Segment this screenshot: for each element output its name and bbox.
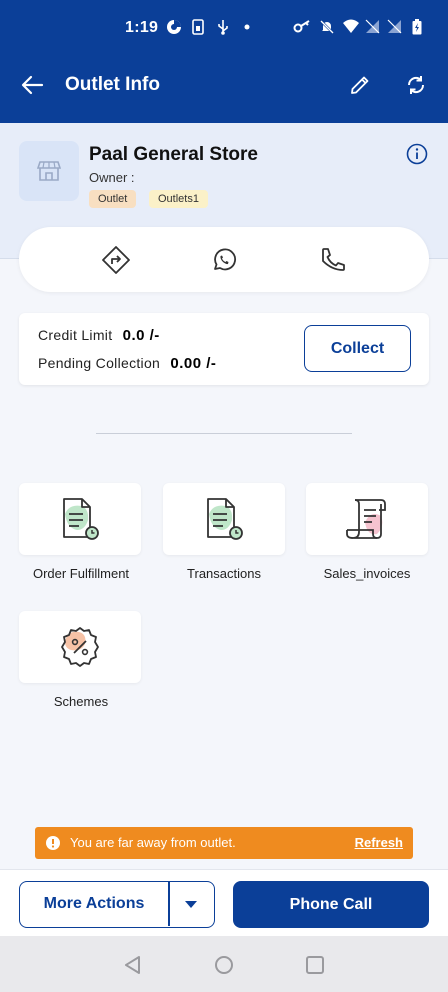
pending-collection-value: 0.00 /- [170, 355, 217, 372]
order-document-icon [63, 498, 99, 540]
collect-button[interactable]: Collect [304, 325, 411, 372]
outlet-group-tag: Outlets1 [149, 190, 208, 208]
mute-icon [320, 20, 334, 34]
tile-label-schemes: Schemes [53, 694, 109, 709]
contact-actions [19, 227, 429, 292]
warning-message: You are far away from outlet. [70, 835, 236, 850]
more-actions-label: More Actions [43, 895, 145, 912]
sync-icon[interactable] [404, 73, 428, 97]
directions-icon[interactable] [101, 245, 131, 275]
tile-label-sales-invoices: Sales_invoices [323, 566, 411, 581]
tile-label-transactions: Transactions [187, 566, 261, 581]
edit-pencil-icon[interactable] [348, 73, 372, 97]
battery-charging-icon [412, 19, 422, 35]
store-icon [37, 161, 61, 181]
dot-icon [244, 24, 250, 30]
whatsapp-icon[interactable] [209, 245, 239, 275]
system-nav-bar [0, 936, 448, 992]
distance-warning: You are far away from outlet. Refresh [35, 827, 413, 859]
credit-limit-label: Credit Limit [38, 327, 113, 343]
owner-label: Owner : [89, 170, 135, 185]
signal-icon [365, 19, 380, 34]
pending-collection-label: Pending Collection [38, 355, 161, 371]
credit-limit-value: 0.0 /- [122, 327, 160, 344]
status-bar: 1:19 [0, 0, 448, 48]
nav-back-icon[interactable] [123, 955, 143, 975]
more-actions-button[interactable]: More Actions [19, 881, 215, 928]
bottom-action-bar: More Actions Phone Call [0, 869, 448, 936]
transactions-document-icon [207, 498, 243, 540]
tile-order-fulfillment[interactable] [19, 483, 141, 555]
tile-transactions[interactable] [163, 483, 285, 555]
credit-limit-row: Credit Limit 0.0 /- [38, 327, 160, 344]
data-saver-icon [167, 20, 181, 34]
sim-icon [192, 19, 204, 35]
chevron-down-icon[interactable] [184, 900, 198, 910]
section-divider [96, 433, 352, 434]
phone-call-button[interactable]: Phone Call [233, 881, 429, 928]
usb-icon [218, 20, 228, 35]
refresh-link[interactable]: Refresh [355, 835, 403, 850]
button-separator [168, 882, 170, 926]
invoice-scroll-icon [346, 499, 386, 539]
tile-schemes[interactable] [19, 611, 141, 683]
phone-icon[interactable] [318, 245, 348, 275]
tile-label-order-fulfillment: Order Fulfillment [32, 566, 130, 581]
status-time: 1:19 [125, 19, 159, 36]
tile-sales-invoices[interactable] [306, 483, 428, 555]
nav-recents-icon[interactable] [305, 955, 325, 975]
outlet-name: Paal General Store [89, 144, 258, 165]
outlet-thumbnail [19, 141, 79, 201]
alert-icon [46, 836, 60, 850]
outlet-type-tag: Outlet [89, 190, 137, 208]
pending-collection-row: Pending Collection 0.00 /- [38, 355, 216, 372]
signal-icon [387, 19, 402, 34]
app-bar: Outlet Info [0, 48, 448, 123]
back-arrow-icon[interactable] [20, 72, 46, 98]
credit-card: Credit Limit 0.0 /- Pending Collection 0… [19, 313, 429, 385]
wifi-icon [343, 19, 359, 33]
discount-badge-icon [61, 627, 99, 667]
page-title: Outlet Info [65, 74, 160, 95]
vpn-key-icon [293, 20, 310, 33]
nav-home-icon[interactable] [214, 955, 234, 975]
info-icon[interactable] [406, 143, 428, 165]
